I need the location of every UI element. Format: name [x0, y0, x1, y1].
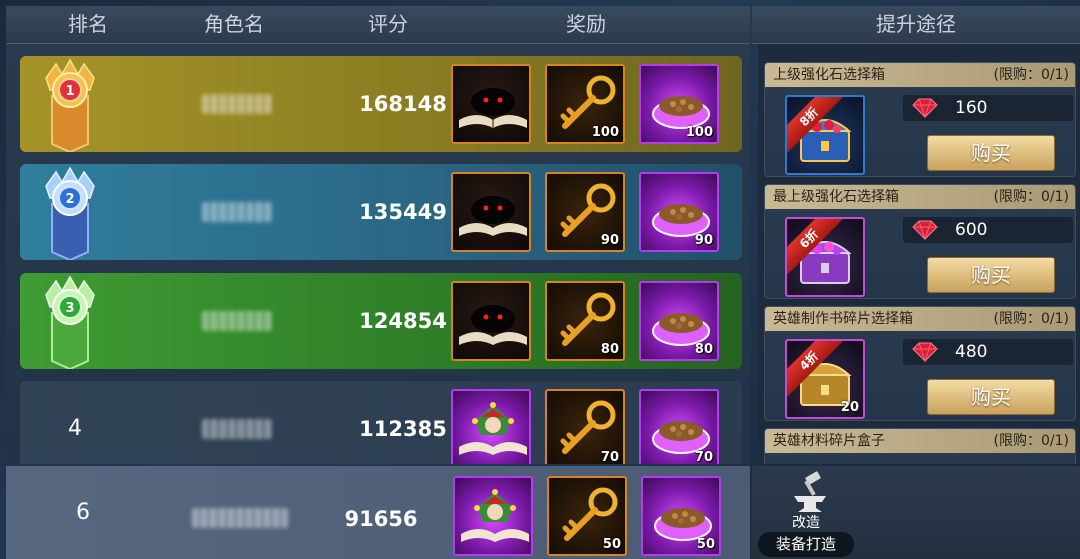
blue-chest-item[interactable]: 8折	[785, 95, 865, 175]
ranking-row-2[interactable]: 2 135449 90 90	[20, 164, 742, 260]
forge-label: 改造	[792, 515, 820, 531]
reward-dark-book[interactable]	[451, 64, 531, 144]
reward-dark-book[interactable]	[451, 281, 531, 361]
dark-book-icon	[459, 88, 527, 128]
forge-section: 改造 装备打造	[752, 466, 1080, 559]
buy-button[interactable]: 购买	[927, 135, 1055, 171]
score-value: 112385	[359, 417, 447, 441]
reward-food-bowl[interactable]: 90	[639, 172, 719, 252]
reward-quantity: 80	[694, 342, 713, 357]
anvil-hammer-icon[interactable]	[786, 470, 834, 514]
ranking-list[interactable]: 1 168148 100 100 2 135449 90 90 3 124854…	[6, 44, 750, 464]
price-box: 600	[903, 217, 1073, 243]
ranking-row-4[interactable]: 4 112385 70 70	[20, 381, 742, 464]
reward-quantity: 90	[600, 233, 619, 248]
jester-book-icon	[459, 402, 527, 455]
score-value: 135449	[359, 200, 447, 224]
bronze-medal-icon: 3	[45, 275, 95, 369]
medal-number: 1	[65, 84, 74, 99]
ranking-row-3[interactable]: 3 124854 80 80	[20, 273, 742, 369]
price-value: 480	[955, 342, 988, 362]
reward-golden-key[interactable]: 70	[545, 389, 625, 464]
card-purchase-limit: (限购：0/1)	[993, 311, 1069, 327]
rank-number: 4	[68, 416, 82, 441]
card-purchase-limit: (限购：0/1)	[993, 189, 1069, 205]
silver-medal-icon: 2	[45, 166, 95, 260]
equipment-craft-button[interactable]: 装备打造	[758, 532, 854, 557]
my-ranking-row: 6 91656 50 50	[6, 466, 750, 559]
player-name-blurred	[202, 419, 272, 439]
shop-list[interactable]: 上级强化石选择箱 (限购：0/1) 8折 160 购买 最上级强化石选择箱 (限…	[758, 44, 1080, 464]
reward-quantity: 100	[591, 125, 619, 140]
gold-chest-item[interactable]: 4折 20	[785, 339, 865, 419]
card-purchase-limit: (限购：0/1)	[993, 67, 1069, 83]
dark-book-icon	[459, 305, 527, 345]
reward-food-bowl[interactable]: 50	[641, 476, 721, 556]
shop-panel: 提升途径 上级强化石选择箱 (限购：0/1) 8折 160 购买 最上级强化石选…	[752, 0, 1080, 559]
reward-quantity: 90	[694, 233, 713, 248]
reward-food-bowl[interactable]: 100	[639, 64, 719, 144]
reward-food-bowl[interactable]: 70	[639, 389, 719, 464]
shop-card: 最上级强化石选择箱 (限购：0/1) 6折 600 购买	[764, 184, 1076, 299]
shop-card: 英雄制作书碎片选择箱 (限购：0/1) 4折 20 480 购买	[764, 306, 1076, 421]
price-value: 160	[955, 98, 988, 118]
purple-chest-item[interactable]: 6折	[785, 217, 865, 297]
price-box: 160	[903, 95, 1073, 121]
reward-dark-book[interactable]	[451, 172, 531, 252]
ranking-row-1[interactable]: 1 168148 100 100	[20, 56, 742, 152]
ruby-gem-icon	[912, 98, 938, 119]
header-name: 角色名	[204, 12, 264, 36]
reward-quantity: 100	[685, 125, 713, 140]
price-value: 600	[955, 220, 988, 240]
reward-quantity: 70	[600, 450, 619, 464]
ruby-gem-icon	[912, 220, 938, 241]
card-purchase-limit: (限购：0/1)	[993, 433, 1069, 449]
ranking-header: 排名 角色名 评分 奖励	[6, 6, 750, 44]
player-name-blurred	[202, 311, 272, 331]
shop-title: 提升途径	[752, 6, 1080, 44]
reward-food-bowl[interactable]: 80	[639, 281, 719, 361]
shop-card: 上级强化石选择箱 (限购：0/1) 8折 160 购买	[764, 62, 1076, 177]
buy-button[interactable]: 购买	[927, 379, 1055, 415]
ranking-panel: 排名 角色名 评分 奖励 1 168148 100 100 2 135449 9…	[0, 0, 750, 559]
player-name-blurred	[202, 202, 272, 222]
gold-medal-icon: 1	[45, 58, 95, 152]
dark-book-icon	[459, 196, 527, 236]
header-rank: 排名	[68, 12, 108, 36]
ruby-gem-icon	[912, 342, 938, 363]
reward-quantity: 80	[600, 342, 619, 357]
item-count: 20	[840, 400, 859, 415]
my-rank-number: 6	[76, 500, 90, 525]
reward-golden-key[interactable]: 80	[545, 281, 625, 361]
reward-jester-book[interactable]	[451, 389, 531, 464]
reward-golden-key[interactable]: 50	[547, 476, 627, 556]
score-value: 168148	[359, 92, 447, 116]
reward-golden-key[interactable]: 100	[545, 64, 625, 144]
my-name-blurred	[192, 508, 288, 528]
jester-book-icon	[461, 489, 529, 542]
player-name-blurred	[202, 94, 272, 114]
price-box: 480	[903, 339, 1073, 365]
shop-card: 英雄材料碎片盒子 (限购：0/1)	[764, 428, 1076, 464]
my-score-value: 91656	[344, 507, 418, 531]
header-score: 评分	[368, 12, 408, 36]
medal-number: 3	[65, 301, 74, 316]
buy-button[interactable]: 购买	[927, 257, 1055, 293]
reward-quantity: 50	[602, 537, 621, 552]
medal-number: 2	[65, 192, 74, 207]
reward-jester-book[interactable]	[453, 476, 533, 556]
reward-golden-key[interactable]: 90	[545, 172, 625, 252]
reward-quantity: 50	[696, 537, 715, 552]
score-value: 124854	[359, 309, 447, 333]
reward-quantity: 70	[694, 450, 713, 464]
header-reward: 奖励	[566, 12, 606, 36]
